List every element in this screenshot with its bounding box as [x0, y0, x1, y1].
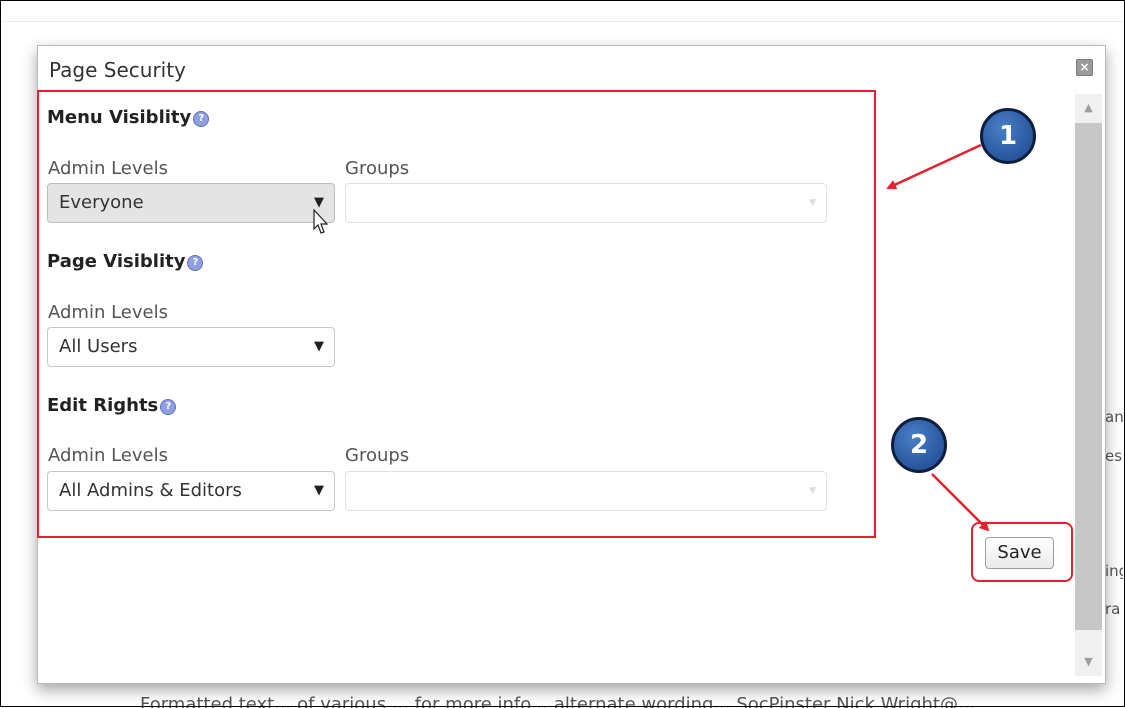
background-text: ing — [1105, 562, 1123, 580]
annotation-highlight-settings — [37, 90, 876, 538]
scroll-down-arrow-icon[interactable]: ▼ — [1075, 648, 1102, 676]
background-text: es — [1105, 447, 1123, 465]
dialog-title: Page Security — [49, 58, 186, 82]
background-text: ra — [1105, 600, 1121, 618]
close-icon[interactable]: × — [1076, 59, 1093, 76]
scroll-up-arrow-icon[interactable]: ▲ — [1075, 94, 1102, 122]
background-text: ang — [1105, 408, 1123, 426]
background-page-text: Formatted text... of various ... for mor… — [140, 694, 976, 708]
step-2-marker: 2 — [891, 417, 947, 473]
annotation-highlight-save — [971, 522, 1073, 582]
background-top-bar — [1, 1, 1124, 22]
scroll-thumb[interactable] — [1075, 123, 1102, 630]
step-1-marker: 1 — [980, 108, 1036, 164]
dialog-scrollbar[interactable]: ▲ ▼ — [1075, 94, 1102, 676]
